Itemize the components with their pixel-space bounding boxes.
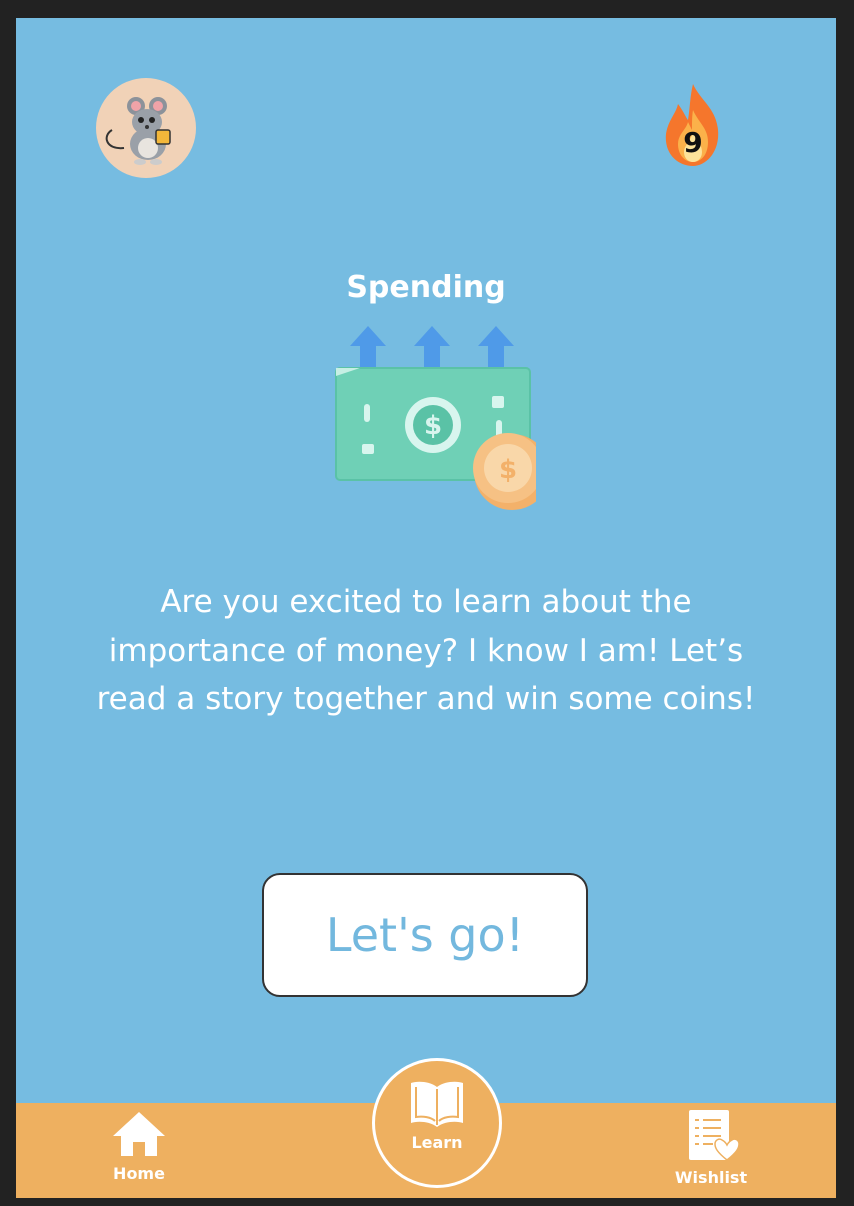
nav-home[interactable]: Home <box>104 1110 174 1183</box>
nav-learn[interactable]: Learn <box>372 1058 502 1188</box>
lets-go-button[interactable]: Let's go! <box>262 873 588 997</box>
home-icon <box>113 1112 165 1156</box>
wishlist-icon <box>689 1110 739 1161</box>
topic-title: Spending <box>346 270 506 305</box>
lesson-screen: 9 Spending $ $ Are you excited to learn … <box>16 18 836 1198</box>
streak-indicator[interactable]: 9 <box>656 80 730 170</box>
nav-wishlist[interactable]: Wishlist <box>666 1110 756 1187</box>
nav-home-label: Home <box>113 1164 165 1183</box>
nav-learn-label: Learn <box>411 1133 463 1152</box>
book-icon <box>411 1081 463 1127</box>
nav-wishlist-label: Wishlist <box>674 1168 748 1187</box>
money-spending-icon: $ $ <box>316 318 536 518</box>
svg-text:$: $ <box>499 455 517 485</box>
intro-message: Are you excited to learn about the impor… <box>96 584 756 717</box>
svg-text:$: $ <box>424 411 442 441</box>
mouse-avatar-icon <box>105 97 171 165</box>
profile-avatar[interactable] <box>96 78 196 178</box>
streak-count: 9 <box>683 126 703 159</box>
